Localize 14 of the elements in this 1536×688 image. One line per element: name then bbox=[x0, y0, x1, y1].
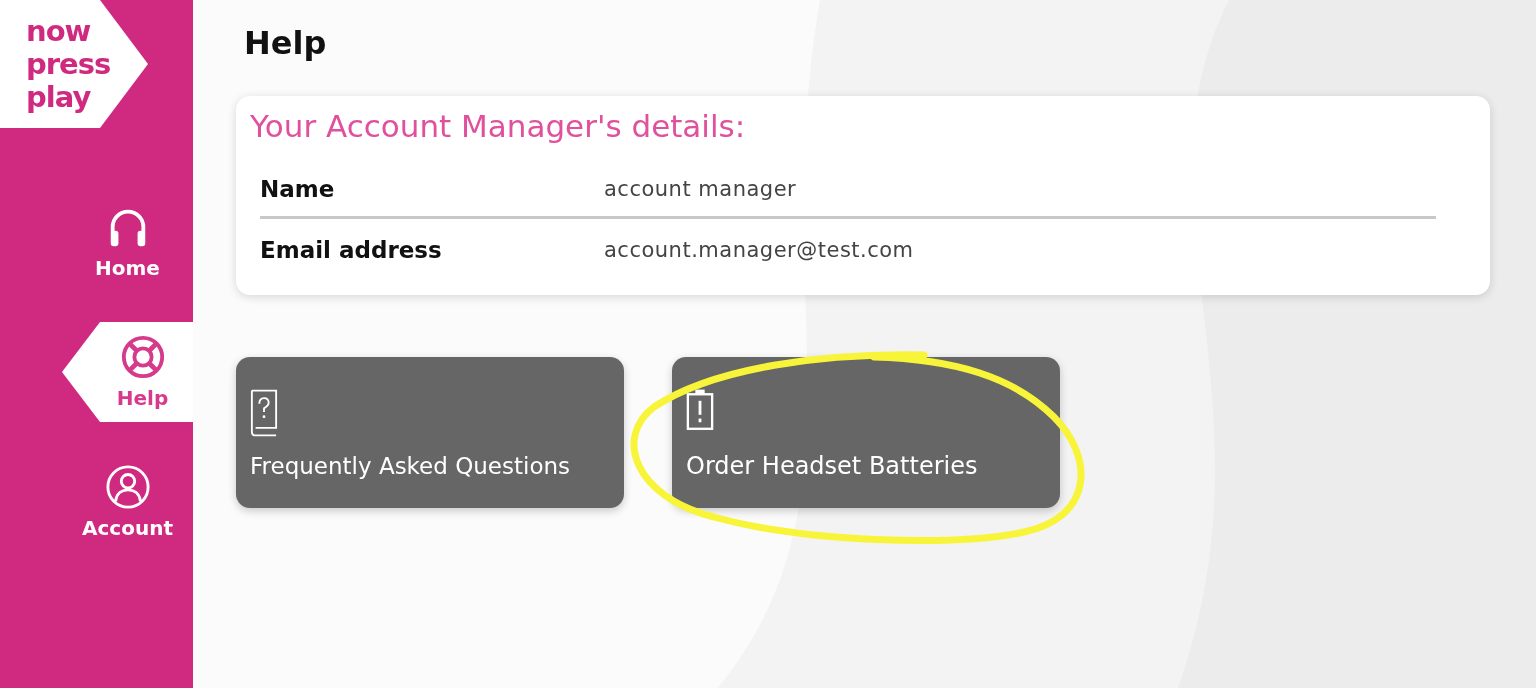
field-value: account.manager@test.com bbox=[604, 238, 914, 262]
field-value: account manager bbox=[604, 177, 797, 201]
help-tile[interactable]: Order Headset Batteries bbox=[672, 357, 1060, 508]
lifebuoy-icon bbox=[119, 334, 166, 380]
logo[interactable]: now press play bbox=[0, 0, 148, 128]
page-title: Help bbox=[244, 24, 328, 62]
nav-item[interactable]: Home bbox=[62, 192, 193, 292]
field-label: Name bbox=[260, 176, 336, 202]
user-icon bbox=[104, 464, 151, 510]
nav-item[interactable]: Account bbox=[62, 452, 193, 552]
card-heading: Your Account Manager's details: bbox=[250, 108, 747, 144]
nav-item[interactable]: Help bbox=[62, 322, 193, 422]
help-tile[interactable]: Frequently Asked Questions bbox=[236, 357, 624, 508]
field-label: Email address bbox=[260, 237, 443, 263]
